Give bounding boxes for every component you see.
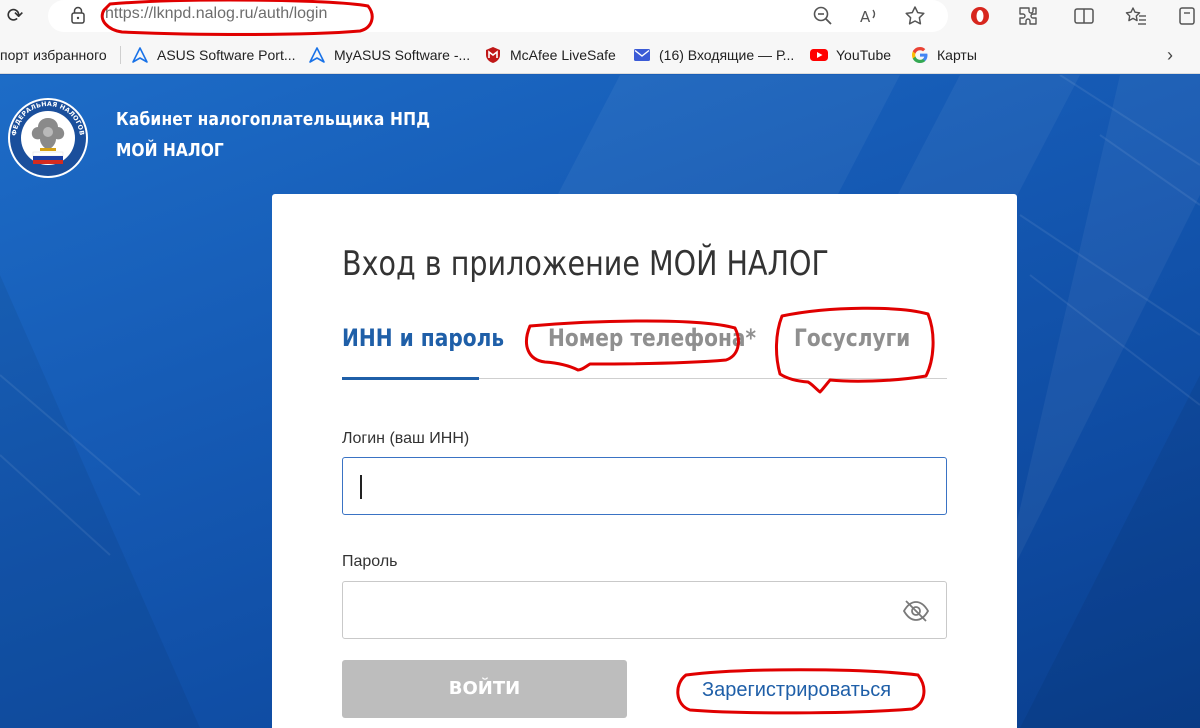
tab-phone-number[interactable]: Номер телефона* bbox=[548, 324, 756, 352]
asus-triangle-icon bbox=[132, 47, 148, 63]
bookmark-label: Карты bbox=[937, 47, 977, 63]
mcafee-shield-icon bbox=[486, 47, 500, 63]
svg-text:A: A bbox=[860, 8, 871, 26]
bookmark-label: YouTube bbox=[836, 47, 892, 63]
brand-line-cabinet: Кабинет налогоплательщика НПД bbox=[116, 109, 431, 130]
bookmark-mcafee-livesafe[interactable]: McAfee LiveSafe bbox=[484, 45, 616, 65]
login-input[interactable] bbox=[343, 458, 946, 514]
bookmark-import-favorites[interactable]: порт избранного bbox=[0, 45, 107, 65]
zoom-out-icon[interactable] bbox=[811, 4, 835, 28]
split-screen-icon[interactable] bbox=[1072, 4, 1096, 28]
bookmark-label: ASUS Software Port... bbox=[157, 47, 296, 63]
mail-icon bbox=[634, 49, 650, 61]
tab-gosuslugi[interactable]: Госуслуги bbox=[794, 324, 910, 352]
youtube-icon bbox=[810, 49, 828, 61]
bookmark-maps[interactable]: Карты bbox=[911, 45, 977, 65]
brand-line-moy-nalog: МОЙ НАЛОГ bbox=[116, 140, 224, 161]
tab-inn-password[interactable]: ИНН и пароль bbox=[342, 324, 504, 352]
login-button[interactable]: ВОЙТИ bbox=[342, 660, 627, 718]
login-field[interactable] bbox=[342, 457, 947, 515]
opera-extension-icon[interactable] bbox=[968, 4, 992, 28]
eye-slash-icon[interactable] bbox=[902, 598, 930, 624]
bookmarks-more-chevron-icon[interactable]: › bbox=[1167, 45, 1173, 65]
bookmarks-divider bbox=[120, 46, 121, 64]
fns-emblem-logo: ФЕДЕРАЛЬНАЯ НАЛОГОВАЯ СЛУЖБА bbox=[6, 96, 88, 178]
login-field-label: Логин (ваш ИНН) bbox=[342, 430, 470, 447]
google-g-icon bbox=[912, 47, 928, 63]
extensions-icon[interactable] bbox=[1016, 4, 1040, 28]
bookmark-inbox[interactable]: (16) Входящие — Р... bbox=[633, 45, 794, 65]
bookmark-asus-software-portal[interactable]: ASUS Software Port... bbox=[131, 45, 296, 65]
favorites-icon[interactable] bbox=[1124, 4, 1148, 28]
brand-title: Кабинет налогоплательщика НПД МОЙ НАЛОГ bbox=[116, 109, 481, 161]
asus-triangle-icon bbox=[309, 47, 325, 63]
collections-icon[interactable] bbox=[1176, 4, 1200, 28]
bookmark-label: MyASUS Software -... bbox=[334, 47, 471, 63]
register-link[interactable]: Зарегистрироваться bbox=[702, 679, 891, 702]
bookmark-label: (16) Входящие — Р... bbox=[659, 47, 795, 63]
password-field-label: Пароль bbox=[342, 553, 398, 570]
browser-toolbar: ⟳ https://lknpd.nalog.ru/auth/login A bbox=[0, 0, 1200, 36]
read-aloud-icon[interactable]: A bbox=[857, 4, 881, 28]
text-caret bbox=[360, 475, 362, 499]
login-card: Вход в приложение МОЙ НАЛОГ ИНН и пароль… bbox=[272, 194, 1017, 728]
bookmark-label: McAfee LiveSafe bbox=[510, 47, 616, 63]
active-tab-indicator bbox=[342, 377, 479, 380]
login-tabs: ИНН и пароль Номер телефона* Госуслуги bbox=[342, 314, 947, 380]
password-field[interactable] bbox=[342, 581, 947, 639]
toolbar-icons: A bbox=[0, 4, 1200, 28]
password-input[interactable] bbox=[343, 582, 946, 638]
bookmark-youtube[interactable]: YouTube bbox=[810, 45, 891, 65]
bookmark-label: порт избранного bbox=[0, 47, 107, 63]
page-content: ФЕДЕРАЛЬНАЯ НАЛОГОВАЯ СЛУЖБА Кабинет нал… bbox=[0, 75, 1200, 728]
bookmark-myasus-software[interactable]: MyASUS Software -... bbox=[308, 45, 470, 65]
favorite-star-icon[interactable] bbox=[903, 4, 927, 28]
bookmarks-bar: порт избранного ASUS Software Port... My… bbox=[0, 36, 1200, 74]
login-title: Вход в приложение МОЙ НАЛОГ bbox=[342, 244, 829, 284]
